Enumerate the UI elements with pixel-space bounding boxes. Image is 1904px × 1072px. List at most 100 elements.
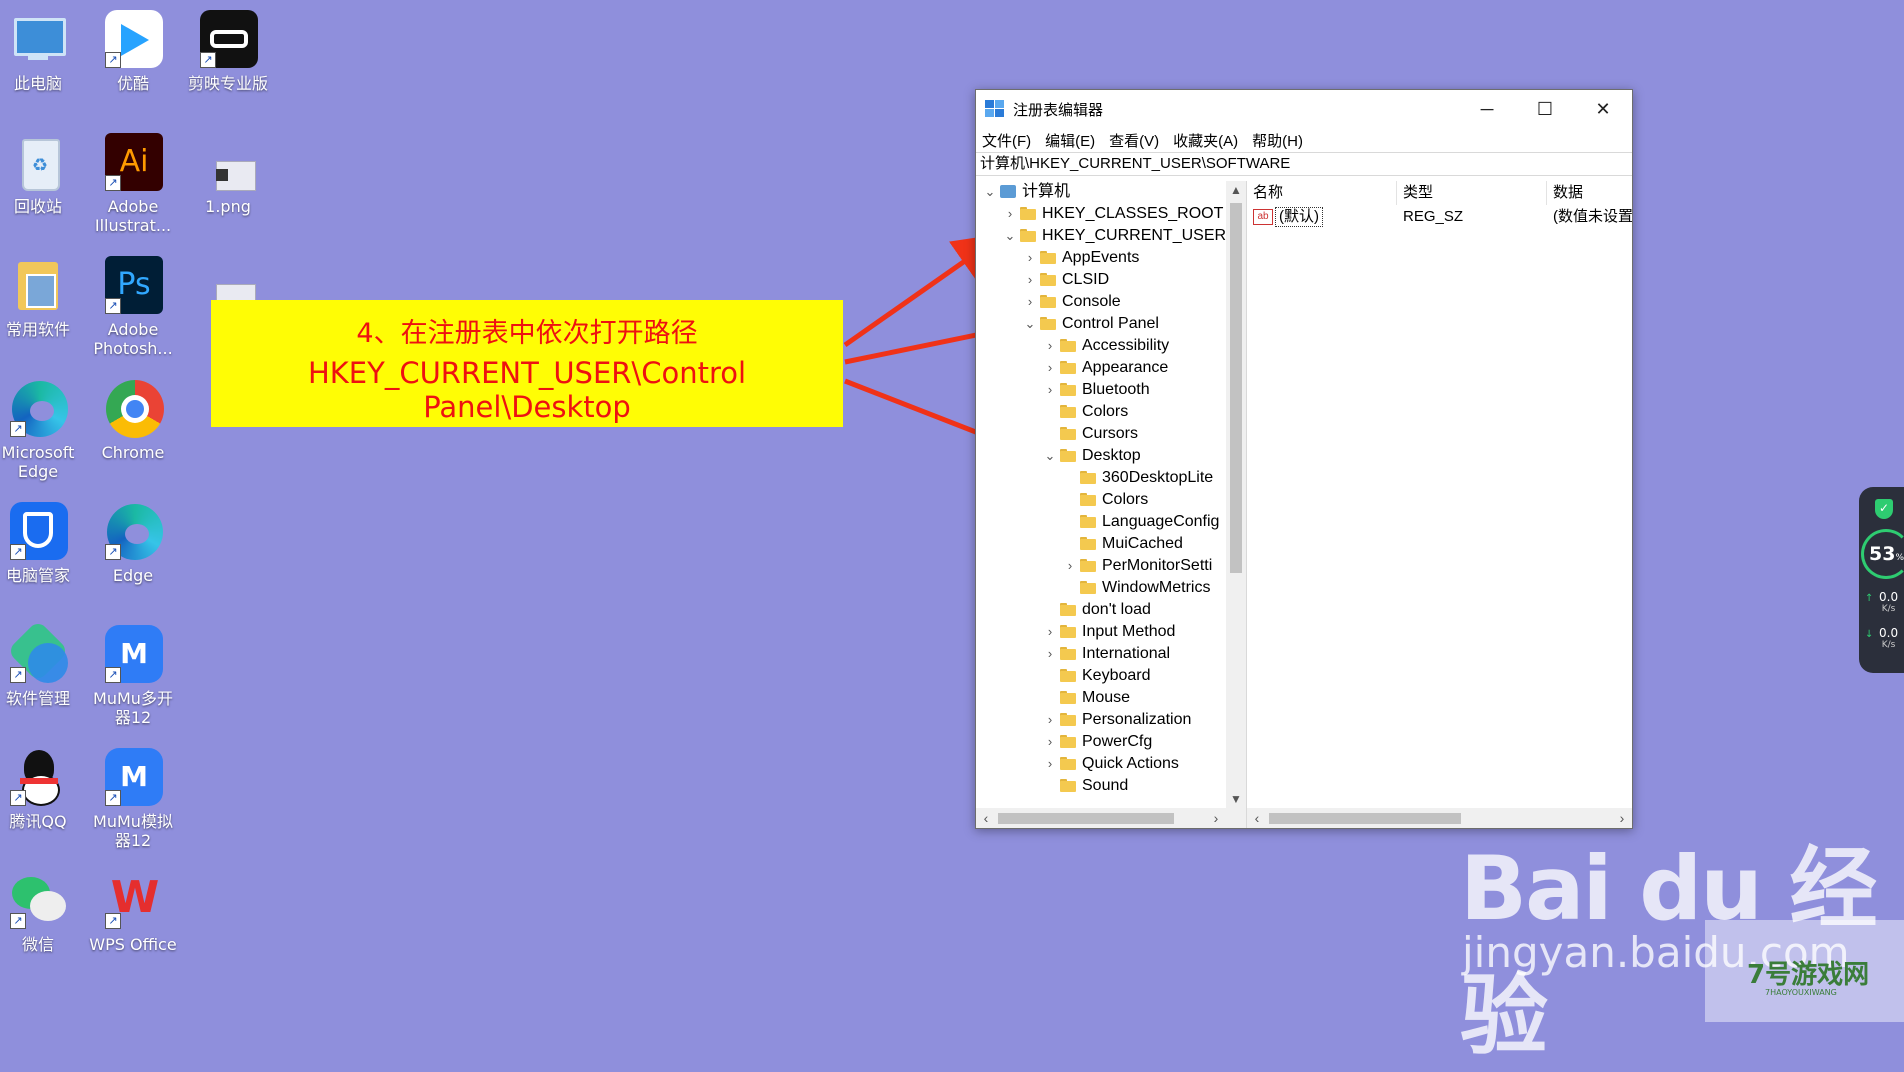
game-site-name: 7号游戏网 — [1747, 960, 1870, 990]
scroll-left-icon[interactable]: ‹ — [976, 808, 996, 828]
scroll-up-icon[interactable]: ▲ — [1226, 181, 1246, 199]
mumu-emulator-shortcut[interactable]: M ↗ MuMu模拟器12 — [87, 744, 179, 850]
scroll-thumb[interactable] — [1230, 203, 1242, 573]
scroll-left-icon[interactable]: ‹ — [1247, 808, 1267, 828]
tree-node[interactable]: Colors — [976, 401, 1226, 423]
tree-node-label: 计算机 — [1022, 183, 1071, 200]
collapse-chevron-icon[interactable]: ⌄ — [1004, 225, 1016, 247]
tree-node[interactable]: Cursors — [976, 423, 1226, 445]
collapse-chevron-icon[interactable]: ⌄ — [1024, 313, 1036, 335]
capcut-shortcut[interactable]: ↗ 剪映专业版 — [182, 6, 274, 93]
menu-favorites[interactable]: 收藏夹(A) — [1173, 130, 1238, 151]
tree-node[interactable]: Sound — [976, 775, 1226, 797]
photoshop-shortcut[interactable]: Ps ↗ Adobe Photosh... — [87, 252, 179, 358]
expand-chevron-icon[interactable]: › — [1044, 709, 1056, 731]
column-type[interactable]: 类型 — [1397, 181, 1547, 205]
recycle-bin-shortcut[interactable]: ♻ 回收站 — [0, 129, 84, 216]
folder-icon — [1060, 735, 1076, 748]
expand-chevron-icon[interactable]: › — [1044, 621, 1056, 643]
column-data[interactable]: 数据 — [1547, 181, 1631, 205]
menu-edit[interactable]: 编辑(E) — [1045, 130, 1095, 151]
collapse-chevron-icon[interactable]: ⌄ — [1044, 445, 1056, 467]
common-software-label: 常用软件 — [5, 320, 70, 339]
tree-node[interactable]: › Accessibility — [976, 335, 1226, 357]
expand-chevron-icon[interactable]: › — [1024, 291, 1036, 313]
youku-shortcut[interactable]: ↗ 优酷 — [87, 6, 179, 93]
scroll-down-icon[interactable]: ▼ — [1226, 790, 1246, 808]
value-row[interactable]: ab (默认) REG_SZ (数值未设置) — [1247, 205, 1632, 229]
expand-chevron-icon[interactable]: › — [1044, 357, 1056, 379]
qq-shortcut[interactable]: ↗ 腾讯QQ — [0, 744, 84, 831]
menu-view[interactable]: 查看(V) — [1109, 130, 1159, 151]
tree-horizontal-scrollbar[interactable]: ‹ › — [976, 808, 1246, 828]
this-pc-shortcut[interactable]: 此电脑 — [0, 6, 84, 93]
software-manager-shortcut[interactable]: ↗ 软件管理 — [0, 619, 84, 708]
expand-chevron-icon[interactable]: › — [1064, 555, 1076, 577]
tree-node[interactable]: › PowerCfg — [976, 731, 1226, 753]
tree-node[interactable]: Colors — [976, 489, 1226, 511]
tree-node-label: MuiCached — [1102, 535, 1183, 552]
microsoft-edge-shortcut[interactable]: ↗ Microsoft Edge — [0, 375, 84, 481]
maximize-button[interactable]: ☐ — [1516, 90, 1574, 128]
expand-chevron-icon[interactable]: › — [1024, 247, 1036, 269]
collapse-chevron-icon[interactable]: ⌄ — [984, 181, 996, 203]
folder-icon — [1060, 383, 1076, 396]
edge-shortcut[interactable]: ↗ Edge — [87, 498, 179, 585]
wps-office-shortcut[interactable]: W ↗ WPS Office — [87, 867, 179, 955]
tree-node[interactable]: › HKEY_CLASSES_ROOT — [976, 203, 1226, 225]
scroll-thumb[interactable] — [998, 813, 1174, 824]
tree-node[interactable]: › Console — [976, 291, 1226, 313]
tree-node[interactable]: › International — [976, 643, 1226, 665]
tree-node-label: Desktop — [1082, 447, 1141, 464]
registry-editor-window: 注册表编辑器 ─ ☐ ✕ 文件(F) 编辑(E) 查看(V) 收藏夹(A) 帮助… — [975, 89, 1633, 829]
menu-file[interactable]: 文件(F) — [982, 130, 1031, 151]
menu-help[interactable]: 帮助(H) — [1252, 130, 1303, 151]
tree-node[interactable]: Mouse — [976, 687, 1226, 709]
tree-node[interactable]: ⌄ Control Panel — [976, 313, 1226, 335]
value-name: (默认) — [1275, 207, 1323, 227]
tree-node[interactable]: Keyboard — [976, 665, 1226, 687]
common-software-shortcut[interactable]: 常用软件 — [0, 252, 84, 339]
scroll-thumb[interactable] — [1269, 813, 1461, 824]
photoshop-icon: Ps ↗ — [103, 256, 163, 316]
tree-node[interactable]: › AppEvents — [976, 247, 1226, 269]
title-bar[interactable]: 注册表编辑器 ─ ☐ ✕ — [976, 90, 1632, 128]
expand-chevron-icon[interactable]: › — [1004, 203, 1016, 225]
close-button[interactable]: ✕ — [1574, 90, 1632, 128]
tree-node[interactable]: don't load — [976, 599, 1226, 621]
tree-node[interactable]: ⌄ HKEY_CURRENT_USER — [976, 225, 1226, 247]
expand-chevron-icon[interactable]: › — [1044, 753, 1056, 775]
png-file[interactable]: 1.png — [182, 129, 274, 216]
tree-node[interactable]: ⌄ 计算机 — [976, 181, 1226, 203]
system-monitor-widget[interactable]: ✓ 53% ↑ 0.0 K/s ↓ 0.0 K/s — [1859, 487, 1904, 673]
tree-node[interactable]: WindowMetrics — [976, 577, 1226, 599]
minimize-button[interactable]: ─ — [1458, 90, 1516, 128]
tree-node[interactable]: ⌄ Desktop — [976, 445, 1226, 467]
column-name[interactable]: 名称 — [1247, 181, 1397, 205]
illustrator-shortcut[interactable]: Ai ↗ Adobe Illustrat... — [87, 129, 179, 235]
tree-node[interactable]: › Input Method — [976, 621, 1226, 643]
expand-chevron-icon[interactable]: › — [1044, 731, 1056, 753]
scroll-right-icon[interactable]: › — [1206, 808, 1226, 828]
expand-chevron-icon[interactable]: › — [1044, 335, 1056, 357]
expand-chevron-icon[interactable]: › — [1044, 379, 1056, 401]
pc-manager-shortcut[interactable]: ↗ 电脑管家 — [0, 498, 84, 585]
expand-chevron-icon[interactable]: › — [1044, 643, 1056, 665]
tree-node-label: CLSID — [1062, 271, 1110, 288]
tree-node[interactable]: › Appearance — [976, 357, 1226, 379]
tree-node[interactable]: › CLSID — [976, 269, 1226, 291]
tree-node[interactable]: LanguageConfig — [976, 511, 1226, 533]
mumu-multi-shortcut[interactable]: M ↗ MuMu多开器12 — [87, 621, 179, 727]
tree-node[interactable]: › PerMonitorSetti — [976, 555, 1226, 577]
folder-icon — [1060, 449, 1076, 462]
expand-chevron-icon[interactable]: › — [1024, 269, 1036, 291]
tree-node[interactable]: › Bluetooth — [976, 379, 1226, 401]
tree-node[interactable]: › Personalization — [976, 709, 1226, 731]
tree-node[interactable]: › Quick Actions — [976, 753, 1226, 775]
tree-vertical-scrollbar[interactable]: ▲ ▼ — [1226, 181, 1246, 808]
tree-node[interactable]: MuiCached — [976, 533, 1226, 555]
address-bar[interactable]: 计算机\HKEY_CURRENT_USER\SOFTWARE — [976, 152, 1632, 176]
wechat-shortcut[interactable]: ↗ 微信 — [0, 867, 84, 954]
tree-node[interactable]: 360DesktopLite — [976, 467, 1226, 489]
chrome-shortcut[interactable]: Chrome — [87, 375, 179, 462]
